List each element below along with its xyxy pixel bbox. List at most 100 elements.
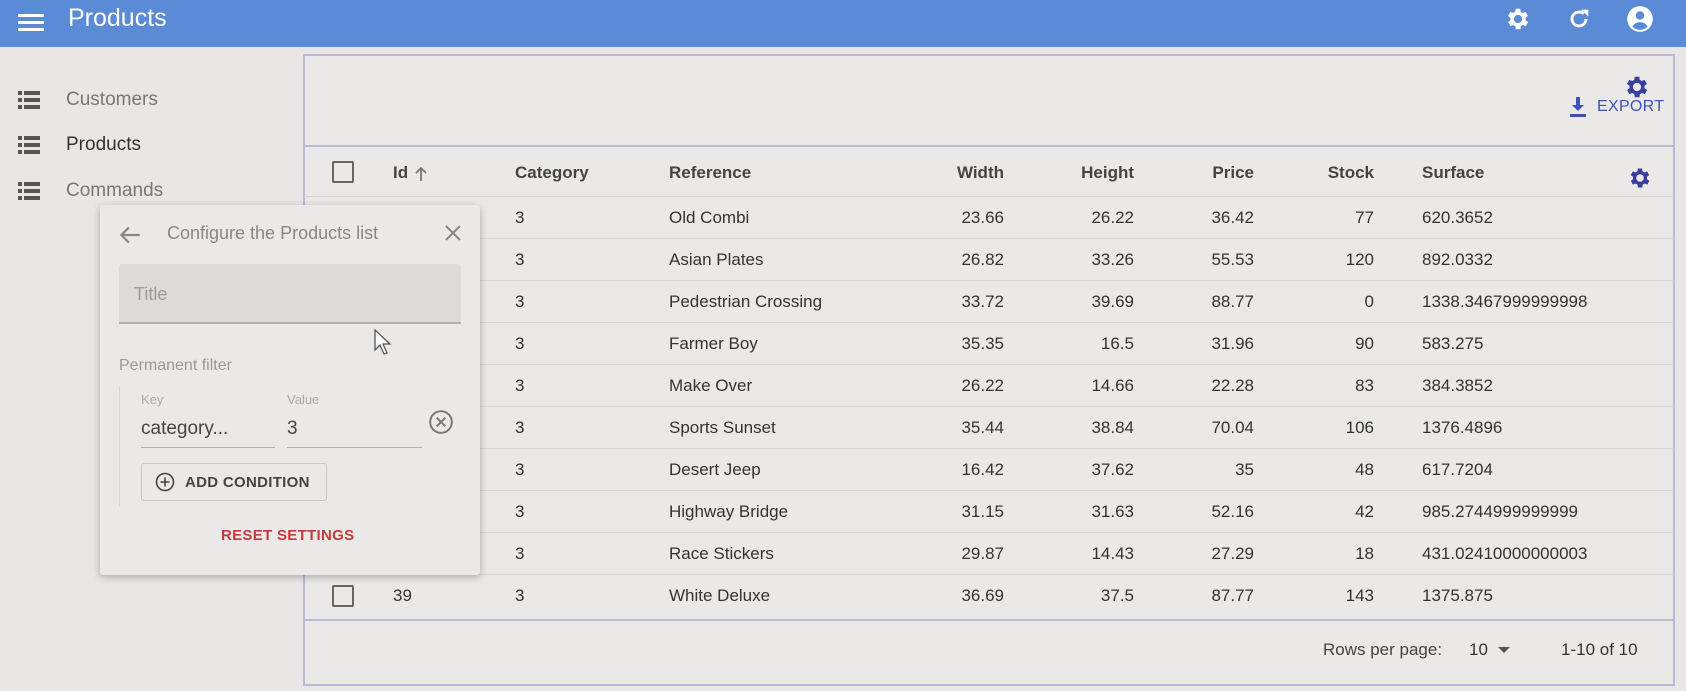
rows-per-page-select[interactable]: 10: [1469, 637, 1510, 663]
cell-stock: 18: [1355, 544, 1374, 563]
cell-surface: 617.7204: [1422, 460, 1493, 479]
cell-surface: 1375.875: [1422, 586, 1493, 605]
rows-per-page-value: 10: [1469, 640, 1488, 659]
table-row[interactable]: 3 Sports Sunset 35.44 38.84 70.04 106 13…: [304, 406, 1674, 448]
column-header-width[interactable]: Width: [924, 163, 1004, 183]
reset-settings-button[interactable]: RESET SETTINGS: [221, 527, 354, 544]
add-condition-label: ADD CONDITION: [185, 473, 310, 491]
export-button[interactable]: EXPORT: [1569, 95, 1664, 119]
key-label: Key: [141, 392, 164, 407]
cell-category: 3: [515, 250, 525, 269]
refresh-icon[interactable]: [1565, 5, 1593, 33]
download-icon: [1570, 97, 1586, 117]
menu-icon[interactable]: [18, 11, 44, 33]
column-header-surface[interactable]: Surface: [1422, 163, 1484, 183]
app-bar: Products: [0, 0, 1686, 47]
table-row[interactable]: 39 3 White Deluxe 36.69 37.5 87.77 143 1…: [304, 574, 1674, 616]
arrow-back-icon[interactable]: [117, 222, 143, 248]
table-row[interactable]: 3 Old Combi 23.66 26.22 36.42 77 620.365…: [304, 196, 1674, 238]
table-row[interactable]: 3 Farmer Boy 35.35 16.5 31.96 90 583.275: [304, 322, 1674, 364]
column-header-category[interactable]: Category: [515, 163, 589, 183]
sidebar-item-commands[interactable]: Commands: [18, 176, 163, 206]
cell-category: 3: [515, 502, 525, 521]
configure-list-popover: [100, 205, 480, 575]
cell-reference: Pedestrian Crossing: [669, 292, 823, 311]
add-circle-icon: [155, 472, 175, 492]
cell-height: 39.69: [1091, 292, 1134, 311]
arrow-up-icon: [415, 166, 427, 181]
cell-price: 31.96: [1211, 334, 1254, 353]
cell-reference: Desert Jeep: [669, 460, 761, 479]
table-row[interactable]: 3 Pedestrian Crossing 33.72 39.69 88.77 …: [304, 280, 1674, 322]
cell-reference: Farmer Boy: [669, 334, 758, 353]
cell-width: 29.87: [961, 544, 1004, 563]
sidebar-item-products[interactable]: Products: [18, 130, 141, 160]
cell-price: 27.29: [1211, 544, 1254, 563]
column-header-height[interactable]: Height: [1054, 163, 1134, 183]
cell-reference: Make Over: [669, 376, 753, 395]
cell-width: 36.69: [961, 586, 1004, 605]
page-title: Products: [68, 4, 167, 32]
cell-price: 36.42: [1211, 208, 1254, 227]
column-header-stock[interactable]: Stock: [1294, 163, 1374, 183]
table-row[interactable]: 3 Asian Plates 26.82 33.26 55.53 120 892…: [304, 238, 1674, 280]
sidebar-item-label: Products: [66, 134, 141, 155]
table-row[interactable]: 3 Make Over 26.22 14.66 22.28 83 384.385…: [304, 364, 1674, 406]
cell-stock: 42: [1355, 502, 1374, 521]
column-header-price[interactable]: Price: [1174, 163, 1254, 183]
cell-width: 35.44: [961, 418, 1004, 437]
table-row[interactable]: 3 Highway Bridge 31.15 31.63 52.16 42 98…: [304, 490, 1674, 532]
cell-price: 70.04: [1211, 418, 1254, 437]
cell-surface: 384.3852: [1422, 376, 1493, 395]
cell-price: 22.28: [1211, 376, 1254, 395]
cell-reference: Sports Sunset: [669, 418, 776, 437]
cell-stock: 90: [1355, 334, 1374, 353]
cell-width: 33.72: [961, 292, 1004, 311]
cell-reference: Asian Plates: [669, 250, 764, 269]
list-icon: [18, 182, 40, 200]
cell-reference: Old Combi: [669, 208, 750, 227]
cell-surface: 1376.4896: [1422, 418, 1503, 437]
list-icon: [18, 91, 40, 109]
cell-stock: 83: [1355, 376, 1374, 395]
row-checkbox[interactable]: [332, 585, 354, 607]
cell-width: 35.35: [961, 334, 1004, 353]
column-header-reference[interactable]: Reference: [669, 163, 751, 183]
settings-icon[interactable]: [1504, 5, 1532, 33]
condition-divider: [119, 386, 120, 506]
account-icon[interactable]: [1626, 5, 1654, 33]
filter-value-field[interactable]: 3: [287, 418, 422, 448]
add-condition-button[interactable]: ADD CONDITION: [141, 463, 327, 501]
select-all-checkbox[interactable]: [332, 161, 354, 183]
cell-reference: Race Stickers: [669, 544, 774, 563]
sidebar-item-customers[interactable]: Customers: [18, 85, 158, 115]
title-placeholder: Title: [134, 284, 168, 304]
configure-list-title: Configure the Products list: [167, 223, 379, 243]
cell-reference: Highway Bridge: [669, 502, 789, 521]
table-row[interactable]: 3 Race Stickers 29.87 14.43 27.29 18 431…: [304, 532, 1674, 574]
cell-height: 14.43: [1091, 544, 1134, 563]
filter-key-field[interactable]: category...: [141, 418, 275, 448]
cell-stock: 48: [1355, 460, 1374, 479]
table-row[interactable]: 3 Desert Jeep 16.42 37.62 35 48 617.7204: [304, 448, 1674, 490]
cell-category: 3: [515, 376, 525, 395]
permanent-filter-label: Permanent filter: [119, 357, 232, 374]
column-header-id[interactable]: Id: [393, 163, 428, 183]
caret-down-icon: [1497, 647, 1510, 653]
cell-category: 3: [515, 544, 525, 563]
cell-width: 31.15: [961, 502, 1004, 521]
cell-category: 3: [515, 460, 525, 479]
cell-category: 3: [515, 334, 525, 353]
cell-height: 37.5: [1100, 586, 1134, 605]
settings-icon[interactable]: [1627, 165, 1653, 191]
title-input[interactable]: Title: [119, 264, 461, 324]
cell-surface: 583.275: [1422, 334, 1484, 353]
cell-price: 35: [1235, 460, 1254, 479]
close-icon[interactable]: [441, 221, 465, 245]
cell-width: 26.82: [961, 250, 1004, 269]
value-label: Value: [287, 392, 320, 407]
remove-condition-icon[interactable]: [428, 409, 454, 435]
cell-id: 39: [393, 586, 412, 605]
cell-price: 88.77: [1211, 292, 1254, 311]
cell-category: 3: [515, 586, 525, 605]
